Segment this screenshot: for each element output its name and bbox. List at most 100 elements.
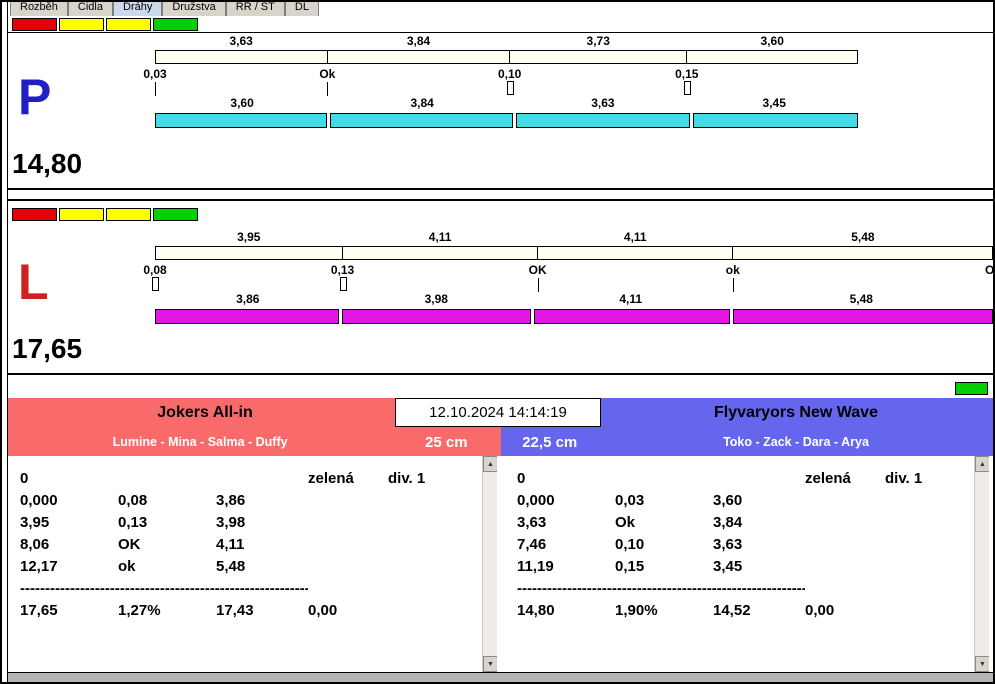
results-cell: 0,00	[805, 602, 835, 619]
split-time-bottom: 3,45	[762, 96, 786, 110]
tab-dr-hy[interactable]: Dráhy	[113, 2, 163, 16]
tab-dl[interactable]: DL	[284, 2, 319, 16]
exchange-marker-box	[683, 81, 691, 95]
exchange-time-label: ok	[725, 263, 740, 277]
results-cell: 1,27%	[118, 602, 161, 619]
tab-rozb-h[interactable]: Rozběh	[10, 2, 68, 16]
results-cell: 7,46	[517, 536, 547, 553]
results-cell	[388, 490, 477, 512]
split-bar	[155, 246, 993, 260]
exchange-marker-box	[339, 277, 347, 291]
scroll-down-button[interactable]: ▼	[483, 656, 497, 672]
exchange-tick-icon	[732, 278, 734, 292]
results-row: 12,17 ok 5,48	[20, 556, 477, 578]
scrollbar[interactable]: ▲ ▼	[974, 456, 989, 672]
results-cell: div. 1	[885, 470, 923, 487]
track-panel-p: P 14,80 3,63 3,84 3,73 3,60 0,03 Ok 0,10 0,15 …	[8, 16, 993, 190]
team-header-row: Lumine - Mina - Salma - Duffy 25 cm	[8, 428, 501, 456]
split-time-top: 3,63	[229, 34, 253, 48]
results-cell	[805, 534, 885, 556]
results-cell: zelená	[308, 470, 354, 487]
results-cell: 11,19	[517, 558, 554, 575]
exchange-time-label: 0,15	[675, 67, 699, 81]
results-panel-left[interactable]: 0 zelená div. 1 0,000 0,08 3,86 3,95 0,13 3,98 8,…	[8, 456, 497, 672]
split-bar-segment	[156, 51, 329, 63]
split-time-top: 3,95	[237, 230, 261, 244]
results-separator: ----------------------------------------…	[20, 580, 308, 597]
results-cell: 0	[517, 470, 526, 487]
status-light	[59, 208, 104, 221]
team-gauge: 22,5 cm	[522, 433, 578, 451]
segment-bar-segment	[692, 113, 858, 128]
results-cell: 5,48	[216, 558, 246, 575]
results-cell	[885, 556, 969, 578]
team-name: Flyvaryors New Wave	[714, 404, 878, 421]
results-row: 11,19 0,15 3,45	[517, 556, 969, 578]
results-cell	[308, 490, 388, 512]
scroll-up-button[interactable]: ▲	[483, 456, 497, 472]
results-cell: OK	[118, 536, 141, 553]
content-area: Rozběh Čidla Dráhy Družstva RR / ST DL P 14,8…	[7, 2, 993, 682]
results-cell: 0,10	[615, 536, 645, 553]
scroll-down-button[interactable]: ▼	[975, 656, 989, 672]
results-cell	[388, 534, 477, 556]
status-lights	[8, 201, 993, 223]
split-bottom-labels: 3,86 3,98 4,11 5,48	[155, 293, 993, 306]
status-light	[12, 18, 57, 31]
results-cell: Ok	[615, 514, 636, 531]
results-cell	[308, 556, 388, 578]
status-light	[12, 208, 57, 221]
track-graph: 3,95 4,11 4,11 5,48 0,08 0,13 OK ok Ok 3,86 3,98…	[143, 231, 995, 324]
results-cell: 3,95	[20, 514, 50, 531]
scroll-up-button[interactable]: ▲	[975, 456, 989, 472]
results-cell	[388, 556, 477, 578]
results-cell: 0,15	[615, 558, 645, 575]
exchange-time-label: Ok	[984, 263, 995, 277]
app-window: Rozběh Čidla Dráhy Družstva RR / ST DL P 14,8…	[0, 0, 995, 684]
results-cell	[885, 534, 969, 556]
results-cell	[805, 556, 885, 578]
segment-bar-segment	[155, 113, 327, 128]
exchange-marker-box	[506, 81, 514, 95]
tab--idla[interactable]: Čidla	[67, 2, 113, 16]
team-gauge: 25 cm	[425, 433, 468, 451]
results-cell: 1,90%	[615, 602, 658, 619]
status-light	[59, 18, 104, 31]
segment-bar-segment	[155, 309, 339, 324]
results-cell: 3,98	[216, 514, 246, 531]
status-indicator	[955, 382, 988, 395]
results-cell: 3,84	[713, 514, 743, 531]
results-rows: 0 zelená div. 1 0,000 0,08 3,86 3,95 0,13 3,98 8,…	[8, 456, 497, 622]
exchange-time-label: 0,08	[143, 263, 167, 277]
split-time-bottom: 5,48	[849, 292, 873, 306]
results-panel-right[interactable]: 0 zelená div. 1 0,000 0,03 3,60 3,63 Ok 3,84 7,46…	[505, 456, 989, 672]
segment-bar	[155, 113, 858, 128]
scrollbar[interactable]: ▲ ▼	[482, 456, 497, 672]
segment-bar-segment	[534, 309, 730, 324]
results-cell: 14,80	[517, 602, 555, 619]
team-name: Jokers All-in	[157, 404, 253, 421]
segment-bar-segment	[516, 113, 690, 128]
status-lights	[8, 16, 993, 33]
split-bar-segment	[328, 51, 511, 63]
taskbar-strip	[8, 672, 993, 682]
results-cell: 3,86	[216, 492, 246, 509]
track-letter: P	[18, 69, 52, 125]
status-light	[153, 208, 198, 221]
track-letter: L	[18, 254, 49, 310]
results-cell	[308, 534, 388, 556]
results-rows: 0 zelená div. 1 0,000 0,03 3,60 3,63 Ok 3,84 7,46…	[505, 456, 989, 622]
results-cell: 0,03	[615, 492, 645, 509]
split-top-labels: 3,95 4,11 4,11 5,48	[155, 231, 993, 244]
exchange-time-label: Ok	[319, 67, 336, 81]
results-cell	[308, 512, 388, 534]
results-separator: ----------------------------------------…	[517, 580, 805, 597]
results-cell: ok	[118, 558, 136, 575]
tab-rr-st[interactable]: RR / ST	[225, 2, 285, 16]
results-row: 17,65 1,27% 17,43 0,00	[20, 600, 477, 622]
tab-dru-stva[interactable]: Družstva	[162, 2, 226, 16]
results-row: 3,95 0,13 3,98	[20, 512, 477, 534]
results-cell	[805, 490, 885, 512]
status-light	[106, 208, 151, 221]
split-time-bottom: 3,98	[424, 292, 448, 306]
